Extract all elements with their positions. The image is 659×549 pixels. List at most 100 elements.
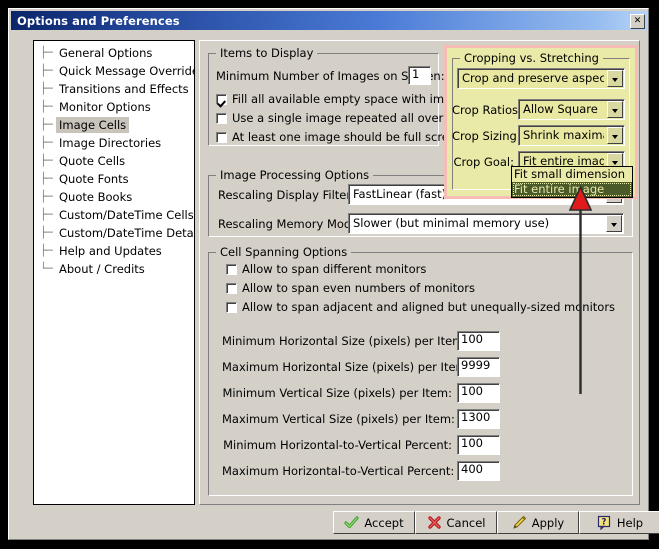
chevron-down-icon[interactable] — [607, 127, 623, 144]
tree-branch-icon: ├─ — [40, 226, 53, 239]
span-field-label-3: Maximum Vertical Size (pixels) per Item: — [222, 412, 455, 426]
svg-text:?: ? — [601, 517, 606, 527]
crop-ratios-label: Crop Ratios: — [452, 103, 522, 117]
crop-mode-combo[interactable]: Crop and preserve aspect — [457, 68, 625, 89]
image-processing-title: Image Processing Options — [216, 169, 374, 181]
sidebar-item-quick-message-override[interactable]: ├─ Quick Message Override — [34, 63, 195, 79]
crop-mode-value: Crop and preserve aspect — [462, 71, 604, 85]
sidebar-item-label: Quick Message Override — [59, 64, 195, 78]
sidebar-item-label: About / Credits — [59, 262, 145, 276]
span-field-label-2: Minimum Vertical Size (pixels) per Item: — [222, 386, 452, 400]
question-balloon-icon: ? — [597, 515, 612, 531]
items-checkbox-2[interactable]: At least one image should be full screen — [216, 130, 463, 145]
apply-button-label: Apply — [531, 515, 565, 530]
tree-branch-icon: └─ — [40, 262, 53, 275]
sidebar-item-help-and-updates[interactable]: ├─ Help and Updates — [34, 243, 165, 259]
sidebar-item-quote-cells[interactable]: ├─ Quote Cells — [34, 153, 128, 169]
sidebar-item-label: Custom/DateTime Cells — [59, 208, 194, 222]
span-field-input-4[interactable]: 100 — [457, 435, 500, 455]
options-dialog-window: Options and Preferences ✕ ├─ General Opti… — [8, 8, 659, 540]
chevron-down-icon[interactable] — [606, 215, 622, 232]
checkbox-box — [226, 302, 237, 313]
tree-branch-icon: ├─ — [40, 46, 53, 59]
span-field-input-3[interactable]: 1300 — [457, 409, 500, 429]
items-to-display-group: Items to Display Minimum Number of Image… — [208, 47, 471, 146]
checkbox-label: Allow to span different monitors — [242, 262, 427, 276]
red-x-icon — [427, 515, 442, 530]
checkbox-box — [216, 132, 227, 143]
chevron-down-icon[interactable] — [607, 70, 623, 87]
tree-branch-icon: ├─ — [40, 190, 53, 203]
accept-button-label: Accept — [364, 515, 404, 530]
span-field-label-4: Minimum Horizontal-to-Vertical Percent: — [223, 438, 452, 452]
tree-branch-icon: ├─ — [40, 208, 53, 221]
sidebar-item-label: Image Directories — [59, 136, 162, 150]
cropping-title: Cropping vs. Stretching — [460, 52, 603, 64]
span-checkbox-0[interactable]: Allow to span different monitors — [226, 262, 426, 277]
sidebar-item-label: General Options — [59, 46, 153, 60]
accept-button[interactable]: Accept — [333, 511, 415, 534]
sidebar-item-quote-books[interactable]: ├─ Quote Books — [34, 189, 135, 205]
crop-sizing-value: Shrink maximally — [523, 128, 604, 142]
sidebar-item-monitor-options[interactable]: ├─ Monitor Options — [34, 99, 154, 115]
tree-branch-icon: ├─ — [40, 244, 53, 257]
chevron-down-icon[interactable] — [607, 101, 623, 118]
crop-goal-label: Crop Goal: — [453, 155, 514, 169]
crop-sizing-combo[interactable]: Shrink maximally — [518, 125, 625, 146]
tree-branch-icon: ├─ — [40, 82, 53, 95]
span-field-label-1: Maximum Horizontal Size (pixels) per Ite… — [222, 360, 471, 374]
tree-branch-icon: ├─ — [40, 136, 53, 149]
sidebar-item-general-options[interactable]: ├─ General Options — [34, 45, 155, 61]
display-filter-label: Rescaling Display Filter — [218, 188, 352, 202]
checkbox-box — [226, 264, 237, 275]
sidebar-item-quote-fonts[interactable]: ├─ Quote Fonts — [34, 171, 132, 187]
help-button[interactable]: ? Help — [579, 511, 659, 534]
sidebar-item-label: Help and Updates — [59, 244, 162, 258]
close-icon[interactable]: ✕ — [630, 14, 645, 29]
sidebar-item-label: Quote Cells — [59, 154, 126, 168]
apply-button[interactable]: Apply — [497, 511, 579, 534]
sidebar-item-transitions-and-effects[interactable]: ├─ Transitions and Effects — [34, 81, 192, 97]
span-field-input-2[interactable]: 100 — [457, 383, 500, 403]
span-checkbox-1[interactable]: Allow to span even numbers of monitors — [226, 281, 475, 296]
title-bar: Options and Preferences ✕ — [11, 11, 648, 30]
crop-goal-dropdown-list[interactable]: Fit small dimension Fit entire image — [511, 166, 633, 198]
span-field-input-1[interactable]: 9999 — [457, 357, 500, 377]
items-checkbox-0[interactable]: Fill all available empty space with imag… — [216, 92, 471, 107]
span-field-input-0[interactable]: 100 — [457, 331, 500, 351]
span-checkbox-2[interactable]: Allow to span adjacent and aligned but u… — [226, 300, 615, 315]
crop-ratios-combo[interactable]: Allow Square — [518, 99, 625, 120]
tree-branch-icon: ├─ — [40, 154, 53, 167]
sidebar-item-label: Monitor Options — [59, 100, 151, 114]
tree-branch-icon: ├─ — [40, 172, 53, 185]
sidebar-item-image-directories[interactable]: ├─ Image Directories — [34, 135, 164, 151]
cell-spanning-title: Cell Spanning Options — [216, 246, 352, 258]
sidebar-item-label: Quote Fonts — [59, 172, 129, 186]
sidebar-item-label: Transitions and Effects — [59, 82, 189, 96]
cancel-button[interactable]: Cancel — [415, 511, 497, 534]
memory-mode-value: Slower (but minimal memory use) — [353, 216, 550, 230]
dropdown-option-1[interactable]: Fit entire image — [512, 182, 632, 197]
sidebar-item-label: Quote Books — [59, 190, 133, 204]
tree-branch-icon: ├─ — [40, 118, 53, 131]
help-button-label: Help — [616, 515, 644, 530]
sidebar-item-custom-datetime-details[interactable]: ├─ Custom/DateTime Details — [34, 225, 195, 241]
checkbox-box — [216, 113, 227, 124]
settings-tree[interactable]: ├─ General Options ├─ Quick Message Overrid… — [33, 40, 195, 505]
crop-sizing-label: Crop Sizing: — [452, 129, 521, 143]
sidebar-item-image-cells[interactable]: ├─ Image Cells — [34, 117, 130, 133]
dropdown-option-0[interactable]: Fit small dimension — [512, 167, 632, 182]
sidebar-item-label: Custom/DateTime Details — [59, 226, 195, 240]
span-field-input-5[interactable]: 400 — [457, 461, 500, 481]
checkbox-box — [216, 94, 227, 105]
sidebar-item-custom-datetime-cells[interactable]: ├─ Custom/DateTime Cells — [34, 207, 194, 223]
min-images-input[interactable]: 1 — [408, 66, 431, 85]
green-check-icon — [344, 515, 359, 530]
checkbox-label: Allow to span adjacent and aligned but u… — [242, 300, 616, 314]
checkbox-label: Use a single image repeated all over — [232, 111, 444, 125]
span-field-label-0: Minimum Horizontal Size (pixels) per Ite… — [222, 334, 468, 348]
tree-branch-icon: ├─ — [40, 100, 53, 113]
items-checkbox-1[interactable]: Use a single image repeated all over — [216, 111, 443, 126]
sidebar-item-about-credits[interactable]: └─ About / Credits — [34, 261, 148, 277]
memory-mode-combo[interactable]: Slower (but minimal memory use) — [348, 213, 624, 234]
